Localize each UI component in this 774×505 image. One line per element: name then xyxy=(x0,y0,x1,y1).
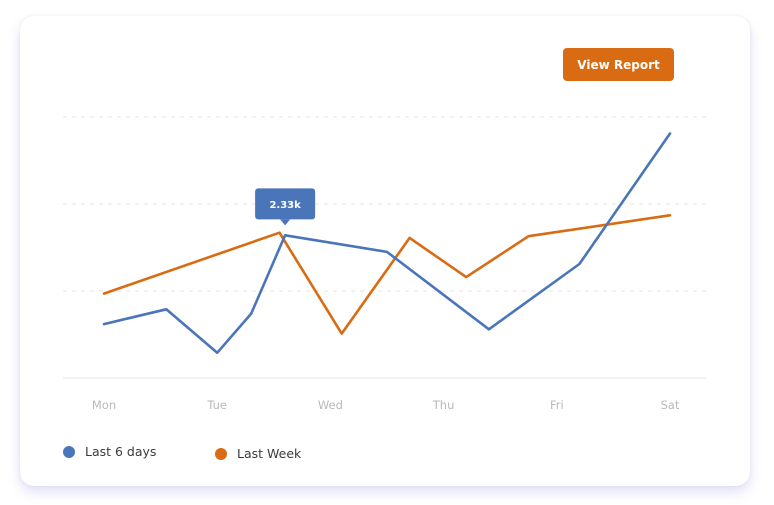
x-tick-label: Fri xyxy=(550,398,564,412)
x-tick-label: Tue xyxy=(206,398,227,412)
legend-item-last-6-days[interactable]: Last 6 days xyxy=(63,444,156,459)
series-line-last-week xyxy=(102,214,672,335)
x-tick-label: Mon xyxy=(92,398,116,412)
x-tick-label: Wed xyxy=(318,398,343,412)
tooltip-text: 2.33k xyxy=(269,200,301,211)
line-chart: Mon Tue Wed Thu Fri Sat 2.33k xyxy=(63,116,706,412)
x-tick-label: Thu xyxy=(432,398,455,412)
legend-dot-last-6-days xyxy=(63,445,75,458)
tooltip-pointer xyxy=(280,219,291,226)
legend-dot-last-week xyxy=(215,447,227,460)
legend-label-last-6-days: Last 6 days xyxy=(85,444,157,459)
legend-label-last-week: Last Week xyxy=(237,446,302,461)
legend-item-last-week[interactable]: Last Week xyxy=(215,446,301,461)
series-line-last-6-days xyxy=(102,132,672,355)
x-tick-label: Sat xyxy=(661,398,680,412)
